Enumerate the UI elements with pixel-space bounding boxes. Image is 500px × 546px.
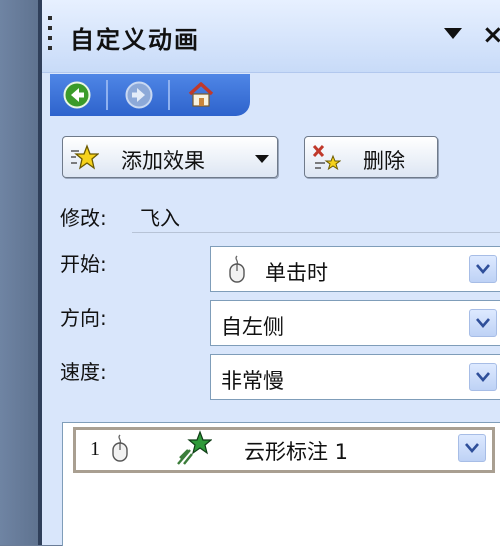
list-item[interactable]: 1 云形标注 1 bbox=[73, 427, 495, 473]
delete-x-icon bbox=[312, 144, 341, 171]
pane-title-bar: 自定义动画 × bbox=[42, 0, 500, 73]
chevron-down-icon[interactable] bbox=[458, 434, 486, 462]
divider bbox=[132, 232, 500, 233]
forward-arrow-icon bbox=[125, 81, 153, 109]
start-select[interactable]: 单击时 bbox=[210, 246, 500, 292]
mouse-icon bbox=[229, 255, 245, 283]
modify-label: 修改: bbox=[60, 206, 107, 230]
direction-label: 方向: bbox=[60, 306, 107, 330]
animation-name: 云形标注 1 bbox=[244, 440, 349, 464]
add-effect-button[interactable]: 添加效果 bbox=[62, 136, 278, 178]
add-effect-label: 添加效果 bbox=[121, 149, 205, 173]
mouse-icon bbox=[112, 434, 128, 462]
nav-separator bbox=[106, 80, 108, 110]
drag-grip-icon[interactable] bbox=[48, 16, 54, 50]
pane-menu-dropdown-icon[interactable] bbox=[444, 28, 462, 39]
nav-separator bbox=[168, 80, 170, 110]
workspace-edge bbox=[0, 0, 38, 545]
chevron-down-icon bbox=[255, 155, 269, 163]
back-arrow-icon bbox=[63, 81, 91, 109]
pane-navigation-bar bbox=[50, 74, 250, 116]
back-button[interactable] bbox=[62, 80, 92, 110]
direction-select[interactable]: 自左侧 bbox=[210, 300, 500, 346]
direction-value: 自左侧 bbox=[221, 315, 284, 339]
speed-value: 非常慢 bbox=[221, 369, 284, 393]
custom-animation-pane: 自定义动画 × 添加效果 删除 修改: 飞入 开始: 单击时 方向: 自左侧 速… bbox=[42, 0, 500, 546]
chevron-down-icon[interactable] bbox=[469, 363, 497, 391]
chevron-down-icon[interactable] bbox=[469, 309, 497, 337]
close-icon[interactable]: × bbox=[482, 22, 500, 48]
animation-list[interactable]: 1 云形标注 1 bbox=[62, 422, 500, 546]
chevron-down-icon[interactable] bbox=[469, 255, 497, 283]
modify-value: 飞入 bbox=[140, 206, 180, 230]
home-icon bbox=[188, 82, 214, 107]
delete-label: 删除 bbox=[363, 149, 405, 173]
speed-label: 速度: bbox=[60, 360, 107, 384]
green-star-icon bbox=[177, 430, 212, 465]
forward-button[interactable] bbox=[124, 80, 154, 110]
animation-order: 1 bbox=[90, 438, 100, 460]
delete-button[interactable]: 删除 bbox=[304, 136, 438, 178]
start-label: 开始: bbox=[60, 252, 107, 276]
pane-title: 自定义动画 bbox=[70, 26, 200, 54]
speed-select[interactable]: 非常慢 bbox=[210, 354, 500, 400]
start-value: 单击时 bbox=[265, 261, 328, 285]
home-button[interactable] bbox=[186, 80, 216, 110]
star-icon bbox=[71, 144, 99, 170]
